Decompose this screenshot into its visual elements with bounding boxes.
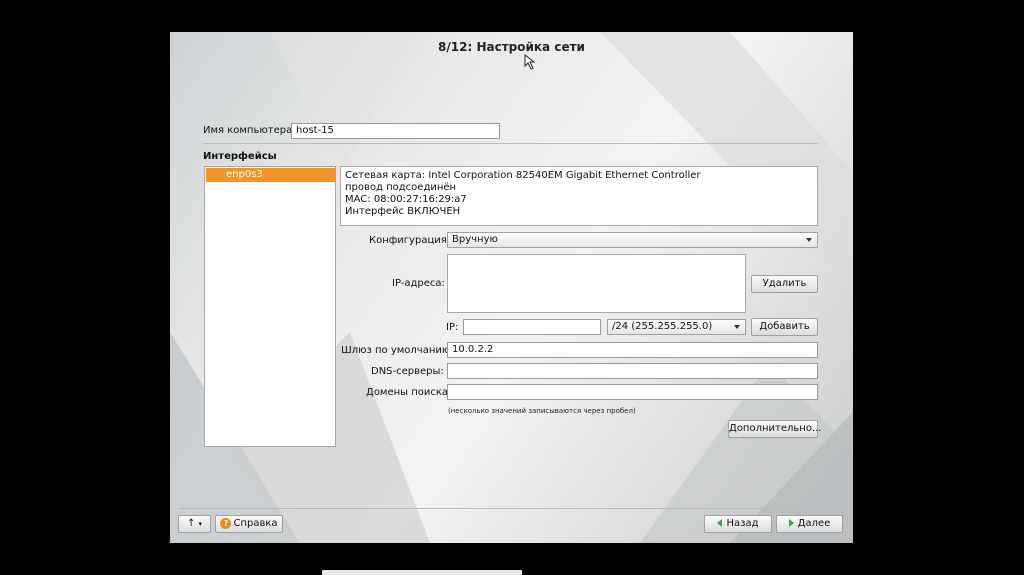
next-label: Далее <box>797 518 831 529</box>
hostname-label: Имя компьютера: <box>203 125 296 136</box>
details-line: MAC: 08:00:27:16:29:a7 <box>345 194 467 205</box>
back-label: Назад <box>726 518 759 529</box>
interfaces-heading: Интерфейсы <box>203 151 277 162</box>
ip-input[interactable] <box>463 319 601 335</box>
arrow-right-icon <box>788 519 794 527</box>
hint-text: (несколько значений записываются через п… <box>448 407 636 415</box>
arrow-left-icon <box>717 519 723 527</box>
config-label: Конфигурация: <box>369 235 451 246</box>
footer-separator <box>178 508 845 509</box>
mask-value: /24 (255.255.255.0) <box>612 321 713 332</box>
separator <box>203 143 818 144</box>
installer-window: 8/12: Настройка сети Имя компьютера: hos… <box>170 32 853 543</box>
back-button[interactable]: Назад <box>704 515 772 533</box>
config-value: Вручную <box>452 234 498 245</box>
dns-label: DNS-серверы: <box>371 366 444 377</box>
help-button[interactable]: ? Справка <box>215 515 283 533</box>
ip-list-label: IP-адреса: <box>392 278 445 289</box>
ip-list-box[interactable] <box>447 254 746 313</box>
help-label: Справка <box>233 518 278 529</box>
up-arrow-icon: ↑ <box>186 518 196 529</box>
config-select[interactable]: Вручную <box>447 232 818 248</box>
dns-input[interactable] <box>447 363 818 379</box>
window-title: 8/12: Настройка сети <box>438 40 585 54</box>
chevron-down-icon <box>806 238 812 242</box>
interface-details: Сетевая карта: Intel Corporation 82540EM… <box>340 166 818 226</box>
taskbar-strip <box>322 570 522 575</box>
gateway-label: Шлюз по умолчанию: <box>341 345 454 356</box>
mask-select[interactable]: /24 (255.255.255.0) <box>607 319 746 335</box>
advanced-button[interactable]: Дополнительно... <box>728 420 821 438</box>
details-line: провод подсоединён <box>345 182 457 193</box>
help-icon: ? <box>220 517 232 529</box>
next-button[interactable]: Далее <box>776 515 843 533</box>
details-line: Интерфейс ВКЛЮЧЕН <box>345 206 461 217</box>
details-line: Сетевая карта: Intel Corporation 82540EM… <box>345 170 701 181</box>
add-button[interactable]: Добавить <box>751 318 818 336</box>
delete-button[interactable]: Удалить <box>751 275 818 293</box>
chevron-down-icon <box>734 325 740 329</box>
search-domains-input[interactable] <box>447 384 818 400</box>
interface-item-enp0s3[interactable]: enp0s3 <box>206 168 336 182</box>
up-button[interactable]: ↑ ▾ <box>178 515 211 533</box>
gateway-input[interactable]: 10.0.2.2 <box>447 342 818 358</box>
hostname-input[interactable]: host-15 <box>291 123 500 139</box>
ip-label: IP: <box>446 322 459 333</box>
mouse-pointer-icon <box>524 54 536 70</box>
interfaces-list[interactable]: enp0s3 <box>204 166 336 447</box>
search-domains-label: Домены поиска: <box>366 387 452 398</box>
chevron-down-icon: ▾ <box>198 520 203 528</box>
